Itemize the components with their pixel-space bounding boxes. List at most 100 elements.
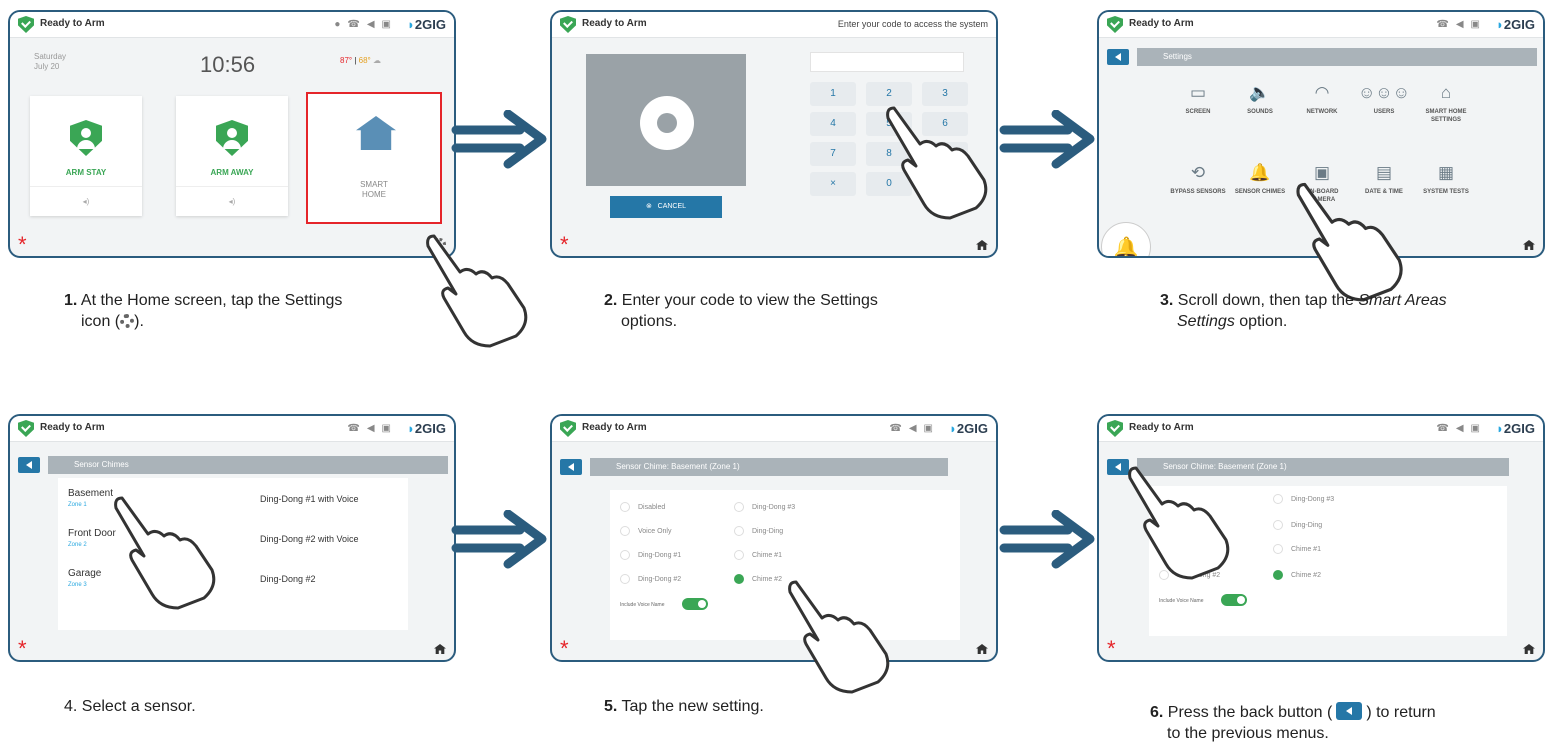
clock: 10:56: [200, 52, 256, 77]
list-item[interactable]: Basement Zone 1 Ding-Dong #1 with Voice: [58, 486, 408, 524]
keypad-key[interactable]: 4: [810, 112, 856, 136]
voice-name-label: Include Voice Name: [620, 602, 665, 608]
settings-item-label: DATE & TIME: [1365, 189, 1403, 195]
ready-shield-icon: [1107, 16, 1123, 33]
voice-name-toggle[interactable]: [682, 598, 708, 610]
next-arrow-icon: [999, 110, 1095, 169]
smart-home-tile[interactable]: SMART HOME: [306, 92, 442, 224]
chime-title-bar: Sensor Chime: Basement (Zone 1): [1137, 458, 1509, 476]
settings-item[interactable]: 🔔 SENSOR CHIMES: [1231, 162, 1289, 196]
emergency-icon[interactable]: *: [560, 234, 569, 256]
home-icon[interactable]: [1523, 644, 1535, 654]
status-bar: Ready to Arm ●☎◀▣ ◗2GIG: [10, 12, 454, 38]
step-1-caption: 1. At the Home screen, tap the Settings …: [64, 292, 343, 330]
settings-item[interactable]: ⌂ SMART HOME SETTINGS: [1417, 82, 1475, 124]
settings-item[interactable]: ▭ SCREEN: [1169, 82, 1227, 116]
users-icon: ☺☺☺: [1357, 83, 1411, 102]
network-icon: ◠: [1314, 83, 1330, 102]
back-button[interactable]: [1107, 49, 1129, 65]
smart-home-house-icon: [356, 116, 396, 150]
step-2-caption: 2. Enter your code to view the Settings …: [604, 292, 878, 330]
option-chime-1[interactable]: Chime #1: [734, 550, 782, 560]
settings-item-label: NETWORK: [1306, 109, 1338, 115]
ready-shield-icon: [560, 420, 576, 437]
keypad-key[interactable]: 2: [866, 82, 912, 106]
settings-item[interactable]: ☺☺☺ USERS: [1355, 82, 1413, 116]
home-icon[interactable]: [434, 644, 446, 654]
sensor-chimes-panel: Ready to Arm ☎◀▣ ◗2GIG Sensor Chimes Bas…: [8, 414, 456, 662]
option-ding-dong-3[interactable]: Ding-Dong #3: [1273, 494, 1334, 504]
brand-logo: ◗2GIG: [407, 421, 446, 436]
settings-item[interactable]: ⟲ BYPASS SENSORS: [1169, 162, 1227, 196]
settings-item[interactable]: ▤ DATE & TIME: [1355, 162, 1413, 196]
status-bar: Ready to Arm ☎◀▣ ◗2GIG: [1099, 12, 1543, 38]
back-button[interactable]: [560, 459, 582, 475]
option-ding-dong-2[interactable]: Ding-Dong #2: [1159, 570, 1220, 580]
keypad-key[interactable]: 3: [922, 82, 968, 106]
voice-name-toggle[interactable]: [1221, 594, 1247, 606]
option-ding-ding[interactable]: Ding-Ding: [734, 526, 783, 536]
keypad-key[interactable]: 1: [810, 82, 856, 106]
ready-shield-icon: [1107, 420, 1123, 437]
keypad-key[interactable]: 5: [866, 112, 912, 136]
option-ding-dong-3[interactable]: Ding-Dong #3: [734, 502, 795, 512]
step-6-caption: 6. Press the back button () to return to…: [1150, 702, 1436, 742]
keypad-key[interactable]: 0: [866, 172, 912, 196]
brand-logo: ◗2GIG: [407, 17, 446, 32]
ready-status: Ready to Arm: [582, 422, 647, 433]
option-voice-only[interactable]: Voice Only: [620, 526, 671, 536]
home-icon[interactable]: [976, 240, 988, 250]
settings-item[interactable]: ▣ ON-BOARD CAMERA: [1293, 162, 1351, 204]
option-chime-2[interactable]: Chime #2: [1273, 570, 1321, 580]
ready-shield-icon: [18, 16, 34, 33]
brand-logo: ◗2GIG: [1496, 17, 1535, 32]
sounds-icon: 🔈: [1249, 83, 1271, 102]
option-ding-dong-1[interactable]: Ding-Dong #1: [620, 550, 681, 560]
arm-away-tile[interactable]: ARM AWAY ◂): [176, 96, 288, 216]
back-button[interactable]: [1107, 459, 1129, 475]
emergency-icon[interactable]: *: [560, 638, 569, 660]
settings-item[interactable]: ▦ SYSTEM TESTS: [1417, 162, 1475, 196]
cancel-button[interactable]: ⊗ CANCEL: [610, 196, 722, 218]
status-bar: Ready to Arm ☎◀▣ ◗2GIG: [552, 416, 996, 442]
back-button[interactable]: [18, 457, 40, 473]
emergency-icon[interactable]: *: [18, 234, 27, 256]
date-time-icon: ▤: [1375, 163, 1393, 182]
list-item[interactable]: Front Door Zone 2 Ding-Dong #2 with Voice: [58, 526, 408, 564]
smart-home-label: SMART HOME: [360, 180, 388, 199]
list-item[interactable]: Garage Zone 3 Ding-Dong #2: [58, 566, 408, 604]
option-chime-1[interactable]: Chime #1: [1273, 544, 1321, 554]
keypad-key[interactable]: 8: [866, 142, 912, 166]
back-button-icon: [1336, 702, 1363, 720]
arm-stay-tile[interactable]: ARM STAY ◂): [30, 96, 142, 216]
arm-stay-sub: ◂): [30, 186, 142, 216]
option-ding-dong-1[interactable]: Ding-Dong #1: [1159, 544, 1220, 554]
emergency-icon[interactable]: *: [18, 638, 27, 660]
settings-item-label: USERS: [1373, 109, 1395, 115]
bypass-sensors-icon: ⟲: [1190, 163, 1206, 182]
keypad-key[interactable]: ×: [810, 172, 856, 196]
chime-options: Ding-Dong #1 Ding-Dong #2 Ding-Dong #3 D…: [1149, 486, 1507, 636]
keypad-key[interactable]: [922, 172, 968, 196]
option-disabled[interactable]: Disabled: [620, 502, 665, 512]
keypad-key[interactable]: 7: [810, 142, 856, 166]
home-icon[interactable]: [1523, 240, 1535, 250]
option-chime-2[interactable]: Chime #2: [734, 574, 782, 584]
status-icons: ☎◀▣: [347, 423, 398, 434]
sensor-chimes-title-bar: Sensor Chimes: [48, 456, 448, 474]
code-input[interactable]: [810, 52, 964, 72]
brand-logo: ◗2GIG: [949, 421, 988, 436]
settings-item[interactable]: 🔈 SOUNDS: [1231, 82, 1289, 116]
settings-item[interactable]: ◠ NETWORK: [1293, 82, 1351, 116]
settings-gear-icon[interactable]: [433, 238, 446, 251]
option-ding-dong-2[interactable]: Ding-Dong #2: [620, 574, 681, 584]
ready-status: Ready to Arm: [40, 422, 105, 433]
keypad-key[interactable]: 6: [922, 112, 968, 136]
settings-item-label: ON-BOARD CAMERA: [1305, 189, 1339, 203]
option-ding-ding[interactable]: Ding-Ding: [1273, 520, 1322, 530]
chime-back-panel: Ready to Arm ☎◀▣ ◗2GIG Sensor Chime: Bas…: [1097, 414, 1545, 662]
ready-status: Ready to Arm: [1129, 18, 1194, 29]
keypad-key[interactable]: 9: [922, 142, 968, 166]
home-icon[interactable]: [976, 644, 988, 654]
emergency-icon[interactable]: *: [1107, 638, 1116, 660]
